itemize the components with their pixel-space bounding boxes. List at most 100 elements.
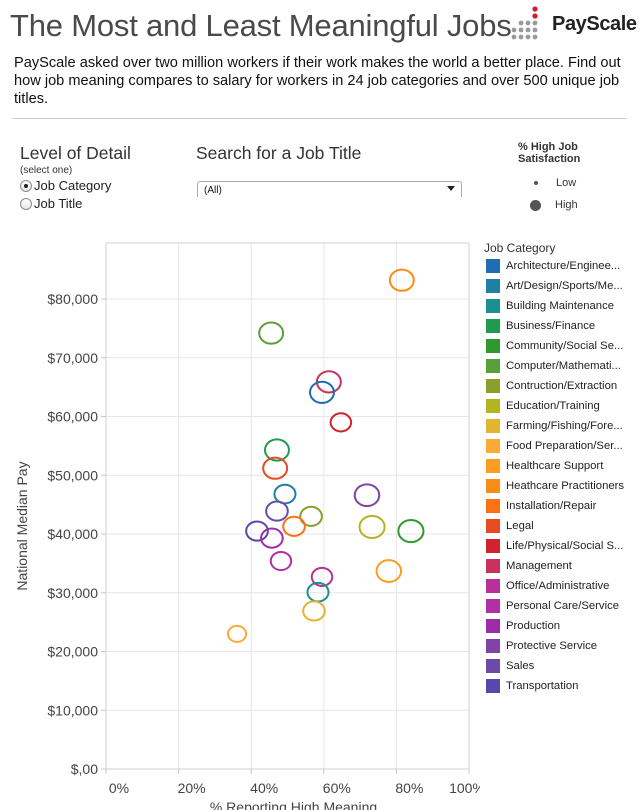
scatter-point[interactable] [282, 515, 306, 537]
y-tick-label: $40,000 [47, 526, 98, 542]
level-of-detail-title: Level of Detail [20, 143, 131, 163]
payscale-logo[interactable]: PayScale [510, 3, 637, 43]
size-legend-low: Low [532, 177, 576, 189]
legend-item[interactable]: Life/Physical/Social S... [486, 539, 623, 553]
scatter-point[interactable] [226, 624, 248, 643]
header-divider [12, 118, 627, 119]
legend-swatch [486, 519, 500, 533]
legend-swatch [486, 679, 500, 693]
legend-label: Community/Social Se... [506, 340, 624, 352]
y-axis-title: National Median Pay [14, 461, 30, 590]
scatter-point[interactable] [375, 559, 403, 583]
scatter-point[interactable] [353, 483, 381, 508]
legend-item[interactable]: Legal [486, 519, 534, 533]
search-title: Search for a Job Title [196, 143, 362, 163]
legend-swatch [486, 479, 500, 493]
legend-item[interactable]: Art/Design/Sports/Me... [486, 279, 623, 293]
legend-label: Computer/Mathemati... [506, 360, 621, 372]
logo-dot [532, 34, 538, 40]
x-tick-label: 40% [250, 780, 278, 796]
scatter-point[interactable] [397, 518, 425, 544]
color-legend-title: Job Category [484, 241, 556, 255]
intro-text: PayScale asked over two million workers … [14, 55, 621, 107]
legend-label: Heathcare Practitioners [506, 480, 625, 492]
scatter-point[interactable] [269, 550, 293, 572]
legend-item[interactable]: Office/Administrative [486, 579, 609, 593]
legend-label: Business/Finance [506, 320, 596, 332]
y-tick-label: $10,000 [47, 702, 98, 718]
legend-label: Art/Design/Sports/Me... [506, 280, 623, 292]
legend-item[interactable]: Building Maintenance [486, 299, 614, 313]
scatter-point[interactable] [388, 268, 415, 292]
job-title-dropdown[interactable]: (All) [197, 181, 462, 197]
logo-dot [532, 27, 538, 33]
page-title: The Most and Least Meaningful Jobs [10, 8, 512, 43]
legend-item[interactable]: Business/Finance [486, 319, 595, 333]
x-tick-label: 60% [323, 780, 351, 796]
legend-swatch [486, 259, 500, 273]
radio-job-category[interactable]: Job Category [20, 178, 111, 193]
legend-item[interactable]: Healthcare Support [486, 459, 603, 473]
legend-label: Healthcare Support [506, 460, 604, 472]
plot-frame [105, 242, 470, 770]
legend-item[interactable]: Education/Training [486, 399, 600, 413]
legend-swatch [486, 659, 500, 673]
legend-item[interactable]: Architecture/Enginee... [486, 259, 620, 273]
legend-label: Installation/Repair [506, 500, 597, 512]
x-tick-label: 0% [109, 780, 129, 796]
legend-swatch [486, 419, 500, 433]
legend-label: Education/Training [506, 400, 600, 412]
legend-item[interactable]: Personal Care/Service [486, 599, 619, 613]
x-axis-title: % Reporting High Meaning [210, 799, 377, 810]
radio-job-title[interactable]: Job Title [20, 196, 82, 211]
chevron-down-icon[interactable] [447, 186, 455, 191]
legend-label: Architecture/Enginee... [506, 260, 621, 272]
size-legend-high: High [530, 199, 578, 211]
size-legend-title-line1: % High Job [518, 141, 578, 153]
legend-label: Personal Care/Service [506, 600, 620, 612]
legend-label: Life/Physical/Social S... [506, 540, 624, 552]
legend-item[interactable]: Sales [486, 659, 534, 673]
legend-swatch [486, 619, 500, 633]
radio-checked-icon[interactable] [20, 179, 32, 192]
scatter-point[interactable] [302, 600, 326, 622]
logo-dot [525, 27, 531, 33]
logo-dot [511, 34, 517, 40]
legend-label: Protective Service [506, 640, 598, 652]
logo-dot [518, 20, 524, 26]
scatter-point[interactable] [358, 514, 386, 540]
legend-item[interactable]: Computer/Mathemati... [486, 359, 621, 373]
x-tick-label: 80% [395, 780, 423, 796]
payscale-dots-logo-icon [511, 6, 538, 40]
legend-item[interactable]: Farming/Fishing/Fore... [486, 419, 623, 433]
legend-swatch [486, 439, 500, 453]
logo-dot [518, 27, 524, 33]
legend-item[interactable]: Production [486, 619, 560, 633]
logo-dot [525, 34, 531, 40]
legend-item[interactable]: Protective Service [486, 639, 597, 653]
legend-item[interactable]: Installation/Repair [486, 499, 596, 513]
large-dot-icon [530, 199, 541, 211]
legend-item[interactable]: Management [486, 559, 572, 573]
small-dot-icon [534, 181, 538, 185]
legend-item[interactable]: Heathcare Practitioners [486, 479, 624, 493]
legend-item[interactable]: Food Preparation/Ser... [486, 439, 623, 453]
legend-item[interactable]: Contruction/Extraction [486, 379, 617, 393]
legend-swatch [486, 639, 500, 653]
logo-text: PayScale [552, 13, 637, 35]
scatter-point[interactable] [265, 500, 289, 522]
dropdown-value: (All) [204, 185, 222, 196]
legend-item[interactable]: Community/Social Se... [486, 339, 623, 353]
legend-swatch [486, 359, 500, 373]
logo-dot [532, 20, 538, 26]
logo-dot [525, 20, 531, 26]
x-tick-label: 20% [178, 780, 206, 796]
legend-label: Production [506, 620, 561, 632]
logo-dot [518, 34, 524, 40]
y-tick-label: $50,000 [47, 467, 98, 483]
scatter-point[interactable] [258, 321, 285, 345]
radio-unchecked-icon[interactable] [20, 197, 32, 210]
legend-label: Management [506, 560, 572, 572]
legend-swatch [486, 499, 500, 513]
legend-item[interactable]: Transportation [486, 679, 578, 693]
